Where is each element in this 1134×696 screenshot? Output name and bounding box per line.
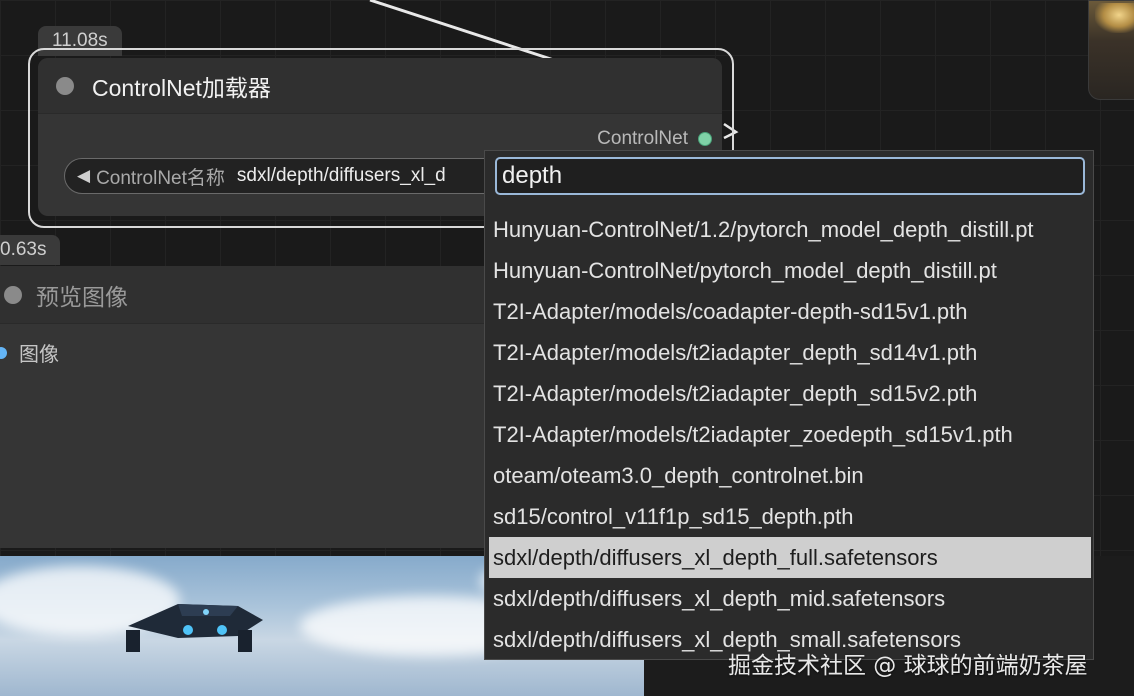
dropdown-item[interactable]: Hunyuan-ControlNet/1.2/pytorch_model_dep… <box>489 209 1091 250</box>
dropdown-item[interactable]: sd15/control_v11f1p_sd15_depth.pth <box>489 496 1091 537</box>
node-title: 预览图像 <box>36 283 128 310</box>
output-connector-icon[interactable] <box>698 132 712 146</box>
dropdown-item[interactable]: T2I-Adapter/models/t2iadapter_depth_sd14… <box>489 332 1091 373</box>
spaceship-icon <box>126 604 263 652</box>
dropdown-item[interactable]: sdxl/depth/diffusers_xl_depth_mid.safete… <box>489 578 1091 619</box>
widget-value: sdxl/depth/diffusers_xl_d <box>236 165 446 186</box>
dropdown-item[interactable]: Hunyuan-ControlNet/pytorch_model_depth_d… <box>489 250 1091 291</box>
output-label: ControlNet <box>597 128 688 149</box>
dropdown-item[interactable]: oteam/oteam3.0_depth_controlnet.bin <box>489 455 1091 496</box>
thumbnail-preview <box>1088 0 1134 100</box>
collapse-dot-icon[interactable] <box>4 285 22 304</box>
dropdown-search-input[interactable] <box>495 157 1085 195</box>
input-label: 图像 <box>19 344 59 366</box>
dropdown-item[interactable]: T2I-Adapter/models/t2iadapter_zoedepth_s… <box>489 414 1091 455</box>
output-slot-controlnet[interactable]: ControlNet <box>597 128 712 150</box>
watermark: 掘金技术社区 @ 球球的前端奶茶屋 <box>728 653 1088 679</box>
dropdown-list[interactable]: Hunyuan-ControlNet/1.2/pytorch_model_dep… <box>489 209 1091 659</box>
dropdown-item[interactable]: T2I-Adapter/models/coadapter-depth-sd15v… <box>489 291 1091 332</box>
execution-time-badge: 0.63s <box>0 235 61 265</box>
dropdown-item[interactable]: T2I-Adapter/models/t2iadapter_depth_sd15… <box>489 373 1091 414</box>
node-title: ControlNet加载器 <box>92 74 271 101</box>
combo-dropdown[interactable]: Hunyuan-ControlNet/1.2/pytorch_model_dep… <box>484 150 1094 660</box>
left-arrow-icon[interactable]: ◀ <box>77 166 90 186</box>
dropdown-item-selected[interactable]: sdxl/depth/diffusers_xl_depth_full.safet… <box>489 537 1091 578</box>
collapse-dot-icon[interactable] <box>56 76 74 95</box>
input-connector-icon[interactable] <box>0 346 7 359</box>
node-header[interactable]: ControlNet加载器 <box>38 58 722 114</box>
widget-label: ControlNet名称 <box>96 167 225 189</box>
